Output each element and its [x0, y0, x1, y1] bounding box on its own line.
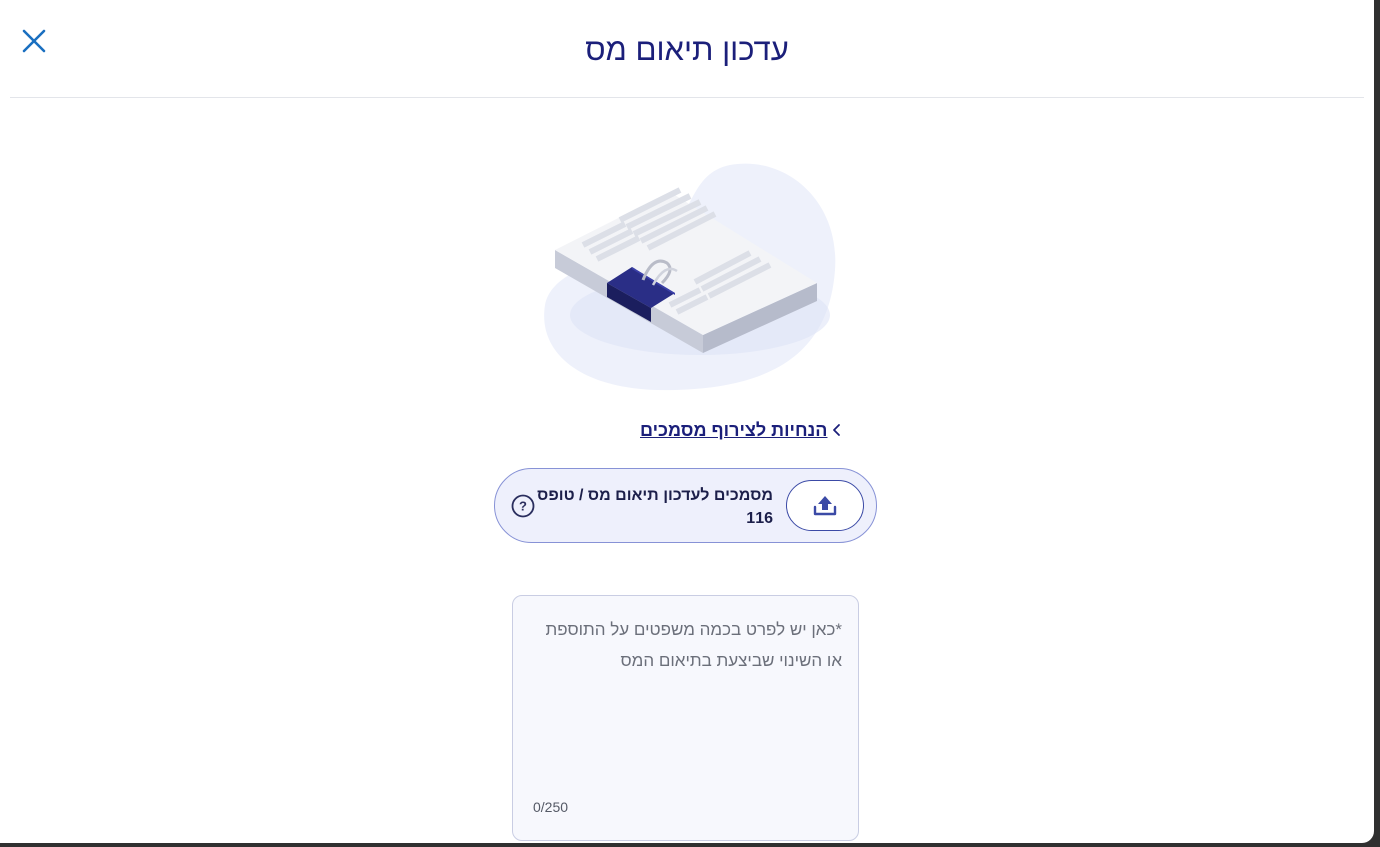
modal-dialog: עדכון תיאום מס הנחיות לצירוף מסמכים מסמכ…: [0, 0, 1374, 843]
modal-title: עדכון תיאום מס: [585, 32, 789, 67]
character-counter: 0/250: [533, 799, 569, 815]
document-upload-card: מסמכים לעדכון תיאום מס / טופס 116 ?: [494, 468, 877, 543]
documents-illustration: [544, 163, 836, 391]
chevron-left-icon: [831, 423, 843, 437]
upload-icon: [813, 495, 837, 515]
help-button[interactable]: ?: [511, 494, 535, 518]
details-textarea[interactable]: [527, 614, 842, 764]
guide-link-label: הנחיות לצירוף מסמכים: [640, 420, 828, 440]
details-textarea-container: 0/250: [512, 595, 859, 841]
upload-button[interactable]: [786, 480, 864, 531]
header-divider: [10, 97, 1364, 98]
upload-label: מסמכים לעדכון תיאום מס / טופס 116: [537, 487, 773, 527]
svg-text:?: ?: [519, 499, 527, 514]
attachment-guidelines-link[interactable]: הנחיות לצירוף מסמכים: [640, 417, 882, 443]
question-circle-icon: ?: [511, 494, 535, 518]
